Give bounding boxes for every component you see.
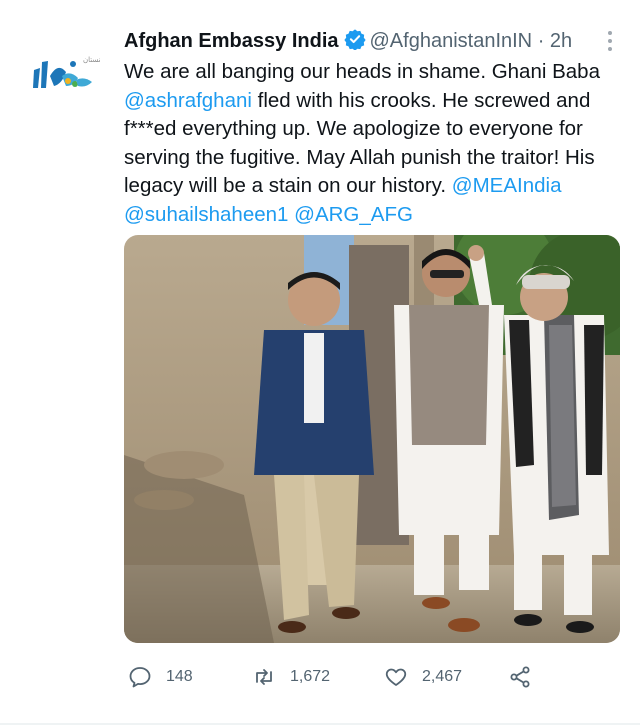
user-handle[interactable]: @AfghanistanInIN [370,30,533,52]
reply-button[interactable]: 148 [128,660,193,694]
more-options-icon[interactable] [606,30,614,52]
svg-text:سفارت افغانستان: سفارت افغانستان [83,56,100,64]
tweet-photo[interactable] [124,235,620,643]
tweet-actions: 148 1,672 2,467 [124,660,624,694]
tweet-text: We are all banging our heads in shame. G… [124,58,624,230]
verified-badge-icon [343,28,366,59]
separator-dot: · [537,30,545,52]
tweet-header: Afghan Embassy India @AfghanistanInIN · 2… [124,26,624,56]
reply-count: 148 [166,668,193,685]
tweet-text-line1: We are all banging our heads in shame. G… [124,60,600,83]
tweet[interactable]: سفارت افغانستان Afghan Embassy India @Afg… [0,0,640,725]
display-name[interactable]: Afghan Embassy India [124,30,339,52]
retweet-icon [256,669,272,685]
mention-meaindia[interactable]: @MEAIndia [452,174,562,197]
mention-arg-afg[interactable]: @ARG_AFG [294,203,413,226]
mention-suhailshaheen1[interactable]: @suhailshaheen1 [124,203,288,226]
mention-ashrafghani[interactable]: @ashrafghani [124,89,252,112]
like-button[interactable]: 2,467 [384,660,462,694]
share-button[interactable] [508,660,546,694]
avatar[interactable]: سفارت افغانستان [26,48,135,102]
retweet-button[interactable]: 1,672 [252,660,330,694]
retweet-count: 1,672 [290,668,331,685]
heart-icon [385,668,407,686]
reply-icon [129,667,151,688]
timestamp[interactable]: 2h [550,30,572,52]
share-icon [510,666,530,688]
like-count: 2,467 [422,668,463,685]
